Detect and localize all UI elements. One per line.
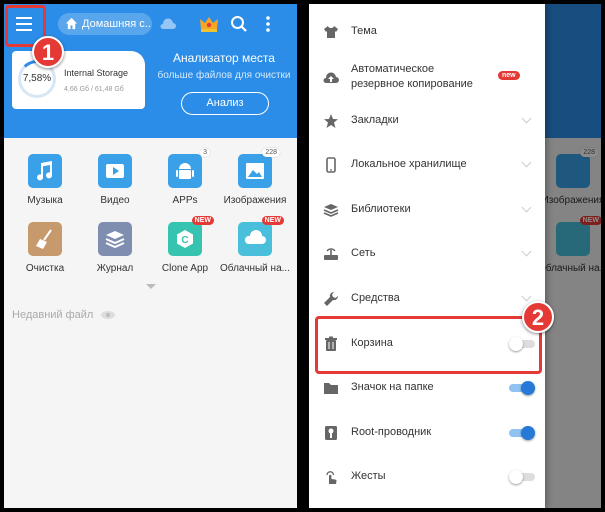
cloud-upload-icon [323,72,339,83]
background-screen[interactable]: 228 Изображения NEW Облачный на... [538,4,601,508]
category-label: Изображения [223,195,287,206]
drawer-item-label-line: Автоматическое [351,63,435,75]
home-icon [65,17,78,30]
drawer-item-gestures[interactable]: Жесты [309,457,545,497]
cloud-sync-icon[interactable] [158,17,178,31]
drawer-item-theme[interactable]: Тема [309,12,545,52]
drawer-item-auto-backup[interactable]: Автоматическое резервное копирование new [309,56,545,100]
recent-files-header: Недавний файл [12,309,116,321]
category-label: APPs [172,195,198,206]
shirt-icon [324,26,338,38]
category-label: Очистка [25,263,65,274]
chevron-down-icon [521,291,532,302]
scrim-overlay [545,4,601,508]
left-screen: Домашняя с... 7,58% Internal Storage 4,6… [4,4,297,508]
search-icon[interactable] [230,15,248,33]
network-icon [324,248,338,260]
svg-text:C: C [181,235,188,246]
android-icon [176,163,194,179]
drawer-item-label: Сеть [351,247,376,259]
drawer-item-label: Локальное хранилище [351,158,467,170]
drawer-item-libraries[interactable]: Библиотеки [309,190,545,230]
cloud-new-badge: NEW [261,216,284,225]
images-count-badge: 228 [262,148,280,157]
clone-icon: C [177,230,193,248]
callout-badge-1: 1 [32,36,64,68]
drawer-item-root-explorer[interactable]: Root-проводник [309,413,545,453]
drawer-item-tools[interactable]: Средства [309,279,545,319]
drawer-item-label: Жесты [351,470,386,482]
drawer-item-bookmarks[interactable]: Закладки [309,101,545,141]
drawer-item-label: Автоматическое резервное копирование [351,62,473,92]
drawer-item-network[interactable]: Сеть [309,234,545,274]
root-explorer-toggle[interactable] [509,426,535,440]
drawer-item-label: Библиотеки [351,203,411,215]
chevron-down-icon [521,157,532,168]
storage-title: Internal Storage [64,68,129,78]
drawer-item-label: Тема [351,25,377,37]
drawer-item-label: Закладки [351,114,399,126]
category-label: Облачный на... [220,263,290,274]
drawer-item-label: Средства [351,292,400,304]
chevron-down-icon [521,202,532,213]
header-banner: Домашняя с... 7,58% Internal Storage 4,6… [4,4,297,138]
apps-count-badge: 3 [200,148,210,157]
category-clone-app[interactable]: C NEW Clone App [150,216,220,274]
analyze-button[interactable]: Анализ [181,92,269,115]
recent-files-label: Недавний файл [12,309,94,321]
eye-icon[interactable] [100,310,116,320]
more-vert-icon[interactable] [265,15,271,33]
category-label: Музыка [27,195,63,206]
play-icon [106,164,124,178]
drawer-item-label-line: резервное копирование [351,78,473,90]
callout-badge-2: 2 [522,301,554,333]
category-images[interactable]: 228 Изображения [220,148,290,206]
library-icon [323,204,339,217]
gestures-toggle[interactable] [509,470,535,484]
highlight-frame-recycle-bin [315,316,542,374]
category-label: Видео [100,195,130,206]
expand-chevron-icon[interactable] [146,284,156,289]
image-icon [246,163,264,179]
drawer-item-folder-badge[interactable]: Значок на папке [309,368,545,408]
drawer-item-label: Значок на папке [351,381,434,393]
chevron-down-icon [521,246,532,257]
drawer-item-label: Root-проводник [351,426,432,438]
category-label: Журнал [96,263,134,274]
category-apps[interactable]: 3 APPs [150,148,220,206]
crown-icon[interactable] [199,15,219,33]
folder-badge-toggle[interactable] [509,381,535,395]
chevron-down-icon [521,113,532,124]
navigation-drawer: Тема Автоматическое резервное копирование… [309,4,545,508]
layers-icon [105,231,125,249]
category-music[interactable]: Музыка [10,154,80,206]
drawer-item-local-storage[interactable]: Локальное хранилище [309,145,545,185]
cloud-icon [244,230,266,244]
phone-icon [326,157,336,173]
category-video[interactable]: Видео [80,154,150,206]
category-cloud[interactable]: NEW Облачный на... [220,216,290,274]
home-breadcrumb-label: Домашняя с... [82,18,152,30]
analyzer-title: Анализатор места [173,51,275,65]
folder-icon [324,383,338,394]
category-label: Clone App [161,263,209,274]
broom-icon [36,229,52,249]
storage-size: 4,66 Gб / 61,48 Gб [64,86,124,93]
analyzer-subtitle: больше файлов для очистки [157,70,291,81]
right-screen: 228 Изображения NEW Облачный на... Тема … [309,4,601,508]
category-log[interactable]: Журнал [80,222,150,274]
clone-new-badge: NEW [191,216,214,225]
category-cleaner[interactable]: Очистка [10,222,80,274]
storage-card[interactable]: 7,58% Internal Storage 4,66 Gб / 61,48 G… [12,51,145,109]
gesture-icon [326,471,337,484]
star-icon [324,114,338,128]
home-breadcrumb[interactable]: Домашняя с... [58,13,152,35]
root-icon [325,426,337,440]
wrench-icon [324,291,339,306]
music-icon [37,161,53,181]
new-tag: new [498,71,520,80]
